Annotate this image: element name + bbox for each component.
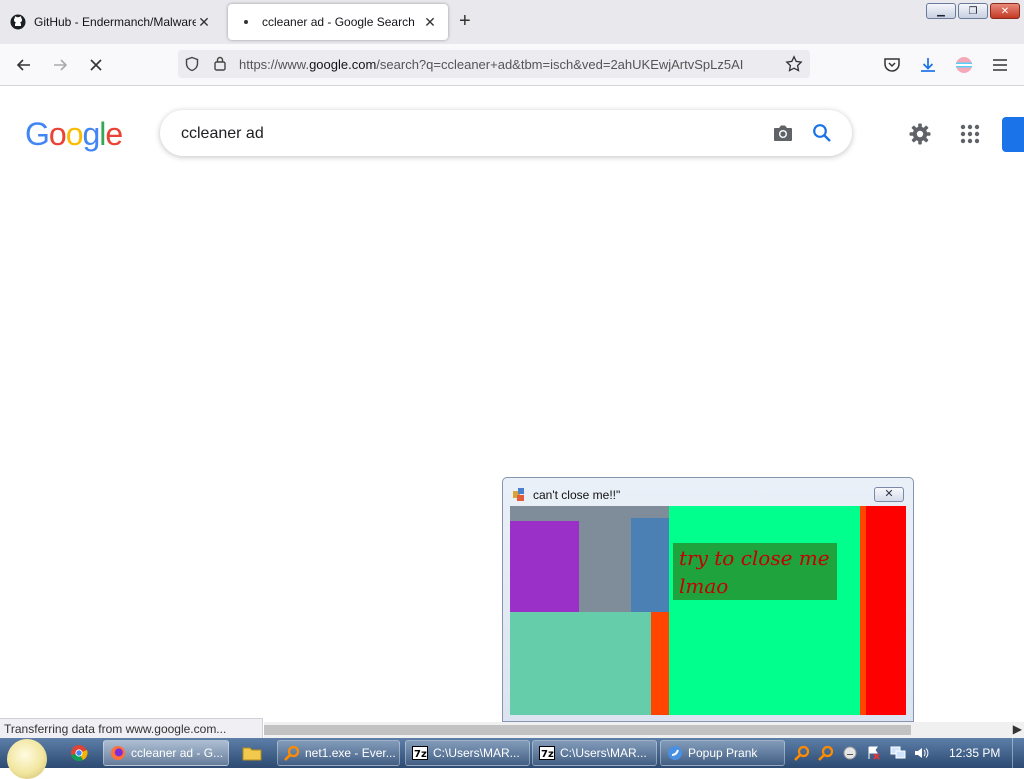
google-logo[interactable]: Google bbox=[25, 116, 123, 153]
loading-dot-icon bbox=[238, 14, 254, 30]
taskbar-button-7zip-1[interactable]: 7z C:\Users\MAR... bbox=[405, 740, 530, 766]
url-bar[interactable]: https://www.google.com/search?q=ccleaner… bbox=[178, 50, 810, 78]
orange-block bbox=[651, 612, 669, 715]
google-apps-grid-icon[interactable] bbox=[960, 124, 980, 147]
forward-icon[interactable] bbox=[48, 53, 72, 77]
everything-tray-icon[interactable] bbox=[818, 745, 834, 761]
logo-letter: e bbox=[105, 116, 123, 152]
horizontal-scrollbar[interactable]: ▶ bbox=[264, 722, 1024, 738]
tab-github[interactable]: GitHub - Endermanch/Malware ✕ bbox=[0, 4, 222, 40]
logo-letter: G bbox=[25, 116, 50, 152]
taskbar-button-label: Popup Prank bbox=[688, 746, 758, 760]
stop-loading-icon[interactable] bbox=[84, 53, 108, 77]
taskbar-button-7zip-2[interactable]: 7z C:\Users\MAR... bbox=[532, 740, 657, 766]
taskbar: ccleaner ad - G... net1.exe - Ever... 7z… bbox=[0, 738, 1024, 779]
search-input[interactable]: ccleaner ad bbox=[181, 125, 264, 143]
url-prefix: https://www. bbox=[239, 57, 310, 72]
app-icon bbox=[667, 745, 683, 761]
svg-text:7z: 7z bbox=[541, 749, 554, 760]
logo-letter: o bbox=[65, 116, 84, 152]
chrome-icon[interactable] bbox=[68, 742, 90, 764]
firefox-icon bbox=[110, 745, 126, 761]
tab-close-icon[interactable]: ✕ bbox=[196, 14, 212, 31]
github-icon bbox=[10, 14, 26, 30]
clock[interactable]: 12:35 PM bbox=[949, 746, 1000, 760]
camera-icon[interactable] bbox=[772, 123, 794, 146]
url-path: /search?q=ccleaner+ad&tbm=isch&ved=2ahUK… bbox=[376, 57, 744, 72]
bookmark-star-icon[interactable] bbox=[785, 55, 803, 76]
start-button[interactable] bbox=[7, 739, 47, 779]
app-window-icon bbox=[513, 488, 527, 502]
blue-block bbox=[631, 518, 669, 612]
search-box[interactable]: ccleaner ad bbox=[160, 110, 852, 156]
scroll-right-icon[interactable]: ▶ bbox=[1013, 722, 1022, 736]
purple-block bbox=[510, 521, 579, 612]
popup-content: try to close me lmao bbox=[510, 506, 906, 715]
emoji-tray-icon[interactable] bbox=[842, 745, 858, 761]
url-text[interactable]: https://www.google.com/search?q=ccleaner… bbox=[239, 57, 775, 72]
minimize-window-button[interactable]: ▁ bbox=[926, 3, 956, 19]
new-tab-icon[interactable]: + bbox=[459, 11, 471, 31]
logo-letter: o bbox=[48, 116, 67, 152]
navigation-toolbar: https://www.google.com/search?q=ccleaner… bbox=[0, 44, 1024, 86]
search-icon[interactable] bbox=[812, 123, 832, 146]
url-host: google.com bbox=[309, 57, 377, 72]
show-desktop-button[interactable] bbox=[1012, 738, 1024, 768]
taskbar-button-everything[interactable]: net1.exe - Ever... bbox=[277, 740, 400, 766]
taskbar-button-label: net1.exe - Ever... bbox=[305, 746, 396, 760]
tab-title: ccleaner ad - Google Search bbox=[262, 15, 415, 29]
file-explorer-icon[interactable] bbox=[241, 742, 263, 764]
tab-google-search[interactable]: ccleaner ad - Google Search ✕ bbox=[228, 4, 448, 40]
logo-letter: g bbox=[82, 116, 100, 152]
green-block bbox=[669, 506, 860, 715]
back-icon[interactable] bbox=[12, 53, 36, 77]
everything-search-icon bbox=[284, 745, 300, 761]
action-center-flag-icon[interactable] bbox=[866, 745, 882, 761]
close-window-button[interactable]: ✕ bbox=[990, 3, 1020, 19]
tab-strip: GitHub - Endermanch/Malware ✕ ccleaner a… bbox=[0, 0, 1024, 44]
everything-tray-icon[interactable] bbox=[794, 745, 810, 761]
network-icon[interactable] bbox=[890, 745, 906, 761]
volume-icon[interactable] bbox=[914, 745, 930, 761]
settings-gear-icon[interactable] bbox=[908, 122, 932, 149]
maximize-window-button[interactable]: ❐ bbox=[958, 3, 988, 19]
downloads-icon[interactable] bbox=[916, 53, 940, 77]
tab-close-icon[interactable]: ✕ bbox=[422, 14, 438, 31]
tracking-shield-icon[interactable] bbox=[184, 56, 200, 75]
teal-block bbox=[510, 612, 651, 715]
prank-message: try to close me lmao bbox=[673, 543, 837, 600]
app-menu-icon[interactable] bbox=[988, 53, 1012, 77]
7zip-icon: 7z bbox=[412, 745, 428, 761]
status-bar: Transferring data from www.google.com... bbox=[0, 718, 264, 740]
pocket-icon[interactable] bbox=[880, 53, 904, 77]
taskbar-button-popup-prank[interactable]: Popup Prank bbox=[660, 740, 785, 766]
red-block bbox=[866, 506, 906, 715]
lock-icon[interactable] bbox=[213, 55, 227, 74]
7zip-icon: 7z bbox=[539, 745, 555, 761]
account-avatar-icon[interactable] bbox=[952, 53, 976, 77]
popup-title: can't close me!!" bbox=[533, 488, 621, 502]
taskbar-button-label: C:\Users\MAR... bbox=[433, 746, 520, 760]
taskbar-button-label: C:\Users\MAR... bbox=[560, 746, 647, 760]
taskbar-button-firefox[interactable]: ccleaner ad - G... bbox=[103, 740, 229, 766]
tab-title: GitHub - Endermanch/Malware bbox=[34, 15, 196, 29]
scrollbar-thumb[interactable] bbox=[264, 725, 911, 735]
popup-close-button[interactable]: ✕ bbox=[874, 487, 904, 502]
popup-prank-window[interactable]: can't close me!!" ✕ try to close me lmao bbox=[502, 477, 914, 722]
sign-in-button[interactable] bbox=[1002, 117, 1024, 152]
svg-text:7z: 7z bbox=[414, 749, 427, 760]
taskbar-button-label: ccleaner ad - G... bbox=[131, 746, 224, 760]
